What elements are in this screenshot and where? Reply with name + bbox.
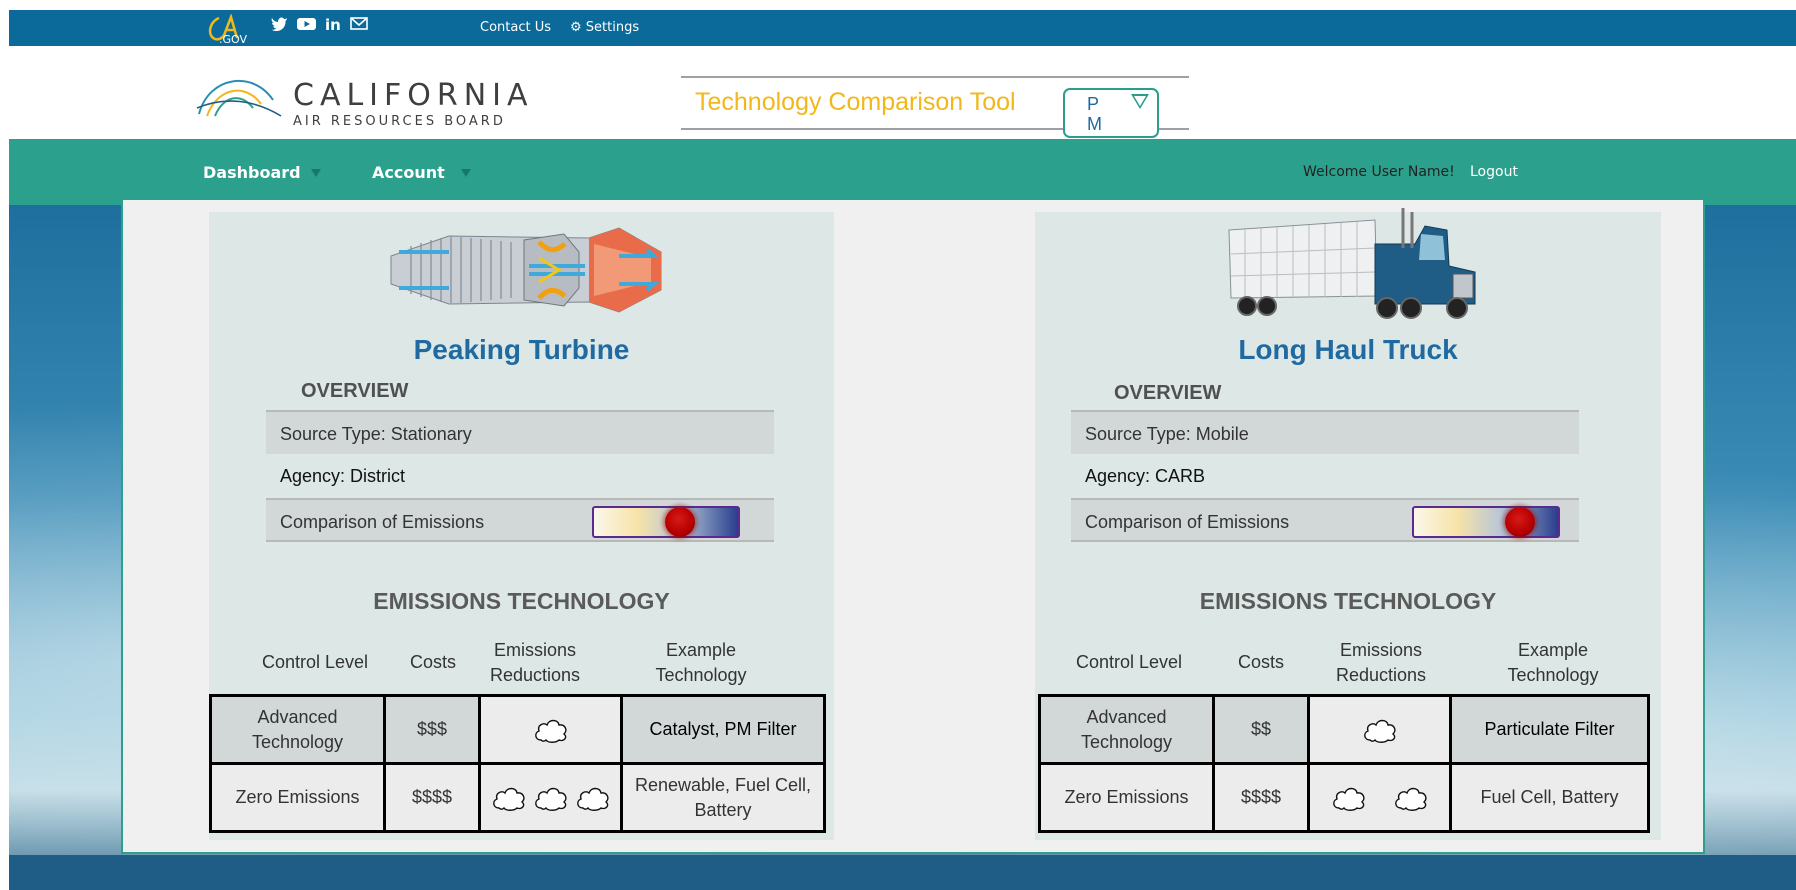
source-type-row: Source Type: Stationary <box>266 410 774 454</box>
org-subtitle: AIR RESOURCES BOARD <box>293 114 506 129</box>
reduction-cloud-icon <box>488 786 530 811</box>
logout-link[interactable]: Logout <box>1470 164 1518 180</box>
panel-peaking-turbine: Peaking Turbine OVERVIEW Source Type: St… <box>209 212 834 840</box>
col-emissions-reductions: Emissions Reductions <box>1335 640 1427 685</box>
col-costs: Costs <box>1237 652 1284 672</box>
comparison-row: Comparison of Emissions <box>1071 498 1579 542</box>
emissions-technology-table: Advanced Technology $$$ Catalyst, PM Fil… <box>209 694 826 833</box>
example-technology-cell: Catalyst, PM Filter <box>620 694 826 765</box>
example-technology-cell: Particulate Filter <box>1449 694 1650 765</box>
org-title: CALIFORNIA <box>293 78 534 113</box>
cost-cell: $$$ <box>383 694 481 765</box>
footer-bar <box>9 855 1796 890</box>
reduction-cloud-icon <box>572 786 614 811</box>
tool-title: Technology Comparison Tool <box>695 88 1016 116</box>
turbine-icon <box>390 227 662 313</box>
col-control-level: Control Level <box>1075 652 1183 672</box>
emissions-technology-heading: EMISSIONS TECHNOLOGY <box>373 588 670 614</box>
emissions-technology-heading: EMISSIONS TECHNOLOGY <box>1199 588 1497 614</box>
reduction-cloud-icon <box>1328 786 1370 811</box>
linkedin-icon[interactable]: in <box>325 17 341 33</box>
agency-row: Agency: CARB <box>1071 454 1579 498</box>
control-level-cell: Zero Emissions <box>209 762 386 833</box>
main-nav: Dashboard Account Welcome User Name! Log… <box>9 139 1796 205</box>
mail-icon[interactable] <box>350 17 368 33</box>
settings-label: Settings <box>585 20 640 35</box>
overview-heading: OVERVIEW <box>301 380 409 402</box>
pollutant-dropdown[interactable]: PM <box>1063 88 1159 138</box>
comparison-label: Comparison of Emissions <box>1085 512 1290 532</box>
tool-title-bar: Technology Comparison Tool PM <box>681 76 1189 138</box>
slider-knob[interactable] <box>665 507 695 537</box>
cost-cell: $$$$ <box>383 762 481 833</box>
welcome-text: Welcome User Name! <box>1303 164 1455 180</box>
reductions-cell <box>1307 762 1452 833</box>
cost-cell: $$ <box>1212 694 1310 765</box>
emissions-technology-table: Advanced Technology $$ Particulate Filte… <box>1038 694 1650 833</box>
reduction-cloud-icon <box>1390 786 1432 811</box>
col-example-technology: Example Technology <box>1507 640 1599 685</box>
agency-row: Agency: District <box>266 454 774 498</box>
dashboard-caret-icon[interactable] <box>311 169 321 177</box>
control-level-cell: Advanced Technology <box>1038 694 1215 765</box>
account-caret-icon[interactable] <box>461 169 471 177</box>
ca-gov-logo-icon[interactable]: .GOV <box>205 14 249 44</box>
control-level-cell: Zero Emissions <box>1038 762 1215 833</box>
comparison-row: Comparison of Emissions <box>266 498 774 542</box>
reductions-cell <box>1307 694 1452 765</box>
carb-arc-logo-icon[interactable] <box>195 70 285 118</box>
control-level-cell: Advanced Technology <box>209 694 386 765</box>
comparison-label: Comparison of Emissions <box>280 512 485 532</box>
source-type-text: Source Type: Stationary <box>280 424 472 444</box>
emissions-comparison-slider[interactable] <box>592 506 740 538</box>
youtube-icon[interactable] <box>297 17 316 34</box>
col-control-level: Control Level <box>261 652 369 672</box>
col-emissions-reductions: Emissions Reductions <box>489 640 581 685</box>
site-header: CALIFORNIA AIR RESOURCES BOARD Technolog… <box>9 46 1796 139</box>
app-frame: .GOV in Contact Us ⚙ Settings CALIFORNIA… <box>9 10 1796 890</box>
source-type-row: Source Type: Mobile <box>1071 410 1579 454</box>
panel-long-haul-truck: Long Haul Truck OVERVIEW Source Type: Mo… <box>1035 208 1661 840</box>
panel-title: Peaking Turbine <box>413 334 630 365</box>
reduction-cloud-icon <box>530 718 572 743</box>
agency-text: Agency: CARB <box>1085 466 1206 486</box>
reductions-cell <box>478 694 623 765</box>
chevron-down-icon <box>1131 94 1149 109</box>
emissions-comparison-slider[interactable] <box>1412 506 1560 538</box>
gear-icon: ⚙ <box>570 20 582 35</box>
nav-account[interactable]: Account <box>372 163 445 182</box>
settings-link[interactable]: ⚙ Settings <box>570 20 639 35</box>
overview-heading: OVERVIEW <box>1114 382 1222 404</box>
table-row: Advanced Technology $$$ Catalyst, PM Fil… <box>209 694 826 765</box>
source-type-text: Source Type: Mobile <box>1085 424 1249 444</box>
table-row: Zero Emissions $$$$ Fuel Cell, Battery <box>1038 762 1650 833</box>
twitter-icon[interactable] <box>271 16 288 34</box>
panel-title: Long Haul Truck <box>1238 334 1458 365</box>
reductions-cell <box>478 762 623 833</box>
social-links: in <box>271 16 368 34</box>
col-costs: Costs <box>409 652 456 672</box>
table-row: Advanced Technology $$ Particulate Filte… <box>1038 694 1650 765</box>
reduction-cloud-icon <box>530 786 572 811</box>
pollutant-selected-value: PM <box>1087 94 1102 134</box>
svg-text:.GOV: .GOV <box>219 33 247 44</box>
slider-knob[interactable] <box>1505 507 1535 537</box>
nav-dashboard[interactable]: Dashboard <box>203 163 301 182</box>
reduction-cloud-icon <box>1359 718 1401 743</box>
contact-us-link[interactable]: Contact Us <box>480 20 551 35</box>
example-technology-cell: Renewable, Fuel Cell, Battery <box>620 762 826 833</box>
table-row: Zero Emissions $$$$ Renewable, Fuel Cell… <box>209 762 826 833</box>
cost-cell: $$$$ <box>1212 762 1310 833</box>
agency-text: Agency: District <box>280 466 406 486</box>
top-bar: .GOV in Contact Us ⚙ Settings <box>9 10 1796 46</box>
col-example-technology: Example Technology <box>655 640 747 685</box>
truck-icon <box>1228 208 1476 319</box>
example-technology-cell: Fuel Cell, Battery <box>1449 762 1650 833</box>
comparison-content: Peaking Turbine OVERVIEW Source Type: St… <box>121 198 1705 854</box>
